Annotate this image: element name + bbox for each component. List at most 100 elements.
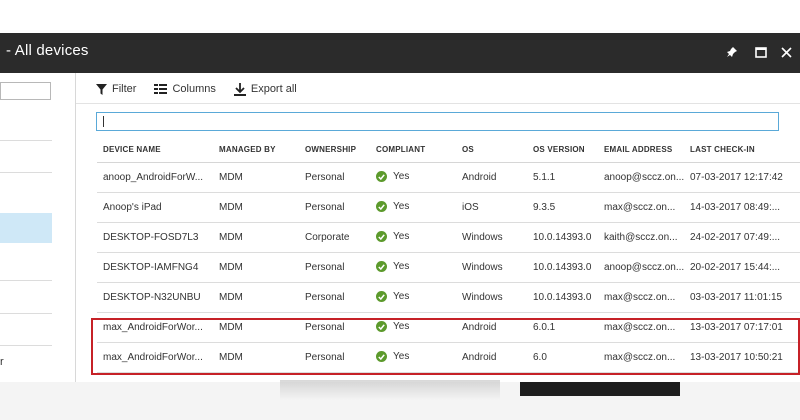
table-cell: MDM	[213, 312, 299, 343]
table-cell: max@sccz.on...	[598, 312, 684, 343]
checkmark-icon	[376, 291, 387, 303]
table-cell: MDM	[213, 252, 299, 283]
column-header[interactable]: DEVICE NAME	[97, 138, 213, 163]
table-cell: 5.1.1	[527, 162, 598, 193]
checkmark-icon	[376, 351, 387, 363]
table-cell: Windows	[456, 252, 527, 283]
menu-item-label-partial: r	[0, 356, 4, 368]
search-input[interactable]	[96, 112, 779, 131]
table-cell: 13-03-2017 10:50:21	[684, 342, 800, 373]
checkmark-icon	[376, 171, 387, 183]
compliant-status: Yes	[376, 231, 409, 243]
table-cell: Yes	[370, 312, 456, 343]
table-cell: DESKTOP-N32UNBU	[97, 282, 213, 313]
table-cell: Yes	[370, 222, 456, 253]
compliant-label: Yes	[393, 171, 410, 183]
checkmark-icon	[376, 201, 387, 213]
checkmark-icon	[376, 261, 387, 273]
table-cell: 9.3.5	[527, 192, 598, 223]
left-blade: r	[0, 73, 76, 383]
table-cell: Personal	[299, 282, 370, 313]
pin-icon[interactable]	[722, 41, 742, 63]
column-header[interactable]: EMAIL ADDRESS	[598, 138, 684, 163]
download-icon	[233, 82, 246, 96]
table-row[interactable]: DESKTOP-IAMFNG4 MDM Personal Yes Windows 10.0…	[97, 252, 800, 283]
command-toolbar: Filter Columns Export all	[96, 80, 315, 98]
menu-divider	[0, 280, 52, 281]
menu-divider	[0, 345, 52, 346]
dark-background-block	[520, 382, 680, 396]
columns-icon	[154, 84, 168, 94]
table-cell: Anoop's iPad	[97, 192, 213, 223]
menu-divider	[0, 172, 52, 173]
compliant-status: Yes	[376, 321, 409, 333]
table-body: anoop_AndroidForW... MDM Personal Yes Androi…	[97, 162, 800, 373]
export-all-button[interactable]: Export all	[233, 82, 297, 96]
table-cell: Windows	[456, 282, 527, 313]
table-cell: anoop_AndroidForW...	[97, 162, 213, 193]
table-cell: Windows	[456, 222, 527, 253]
column-header[interactable]: OS	[456, 138, 527, 163]
menu-item-selected[interactable]	[0, 213, 52, 243]
table-cell: Personal	[299, 342, 370, 373]
compliant-status: Yes	[376, 171, 410, 183]
column-header[interactable]: OWNERSHIP	[299, 138, 370, 163]
table-cell: max_AndroidForWor...	[97, 312, 213, 343]
maximize-icon[interactable]	[751, 41, 771, 63]
table-cell: 13-03-2017 07:17:01	[684, 312, 800, 343]
compliant-status: Yes	[376, 201, 409, 213]
table-cell: iOS	[456, 192, 527, 223]
table-cell: 6.0.1	[527, 312, 598, 343]
table-cell: anoop@sccz.on...	[598, 252, 684, 283]
table-cell: 14-03-2017 08:49:...	[684, 192, 800, 223]
column-header[interactable]: MANAGED BY	[213, 138, 299, 163]
column-header[interactable]: OS VERSION	[527, 138, 598, 163]
table-cell: Android	[456, 312, 527, 343]
table-row[interactable]: anoop_AndroidForW... MDM Personal Yes Androi…	[97, 162, 800, 193]
table-row[interactable]: Anoop's iPad MDM Personal Yes iOS 9.3.5 max@sc…	[97, 192, 800, 223]
compliant-label: Yes	[393, 261, 410, 273]
table-cell: Personal	[299, 312, 370, 343]
table-row[interactable]: max_AndroidForWor... MDM Personal Yes Androi…	[97, 312, 800, 343]
table-cell: 07-03-2017 12:17:42	[684, 162, 800, 193]
columns-button[interactable]: Columns	[154, 83, 216, 95]
export-all-label: Export all	[250, 83, 297, 95]
shadow-decoration	[280, 380, 500, 400]
blade-title-bar: - All devices	[0, 33, 800, 73]
left-filter-input[interactable]	[0, 82, 51, 100]
table-row[interactable]: max_AndroidForWor... MDM Personal Yes Androi…	[97, 342, 800, 373]
column-header[interactable]: LAST CHECK-IN	[684, 138, 800, 163]
table-cell: max_AndroidForWor...	[97, 342, 213, 373]
table-cell: max@sccz.on...	[598, 282, 684, 313]
compliant-status: Yes	[376, 291, 410, 303]
table-cell: Yes	[370, 162, 456, 193]
column-header[interactable]: COMPLIANT	[370, 138, 456, 163]
checkmark-icon	[376, 321, 387, 333]
filter-label: Filter	[112, 83, 137, 95]
columns-label: Columns	[172, 83, 216, 95]
table-row[interactable]: DESKTOP-FOSD7L3 MDM Corporate Yes Windows 10.…	[97, 222, 800, 253]
table-cell: 20-02-2017 15:44:...	[684, 252, 800, 283]
toolbar-divider	[76, 103, 800, 104]
text-caret	[103, 116, 104, 127]
table-cell: 10.0.14393.0	[527, 282, 598, 313]
table-cell: MDM	[213, 222, 299, 253]
close-icon[interactable]	[776, 41, 796, 63]
table-cell: Personal	[299, 252, 370, 283]
filter-icon	[96, 83, 107, 95]
menu-divider	[0, 313, 52, 314]
menu-divider	[0, 140, 52, 141]
blade-title: - All devices	[6, 42, 89, 59]
table-cell: DESKTOP-FOSD7L3	[97, 222, 213, 253]
table-cell: MDM	[213, 282, 299, 313]
table-cell: Yes	[370, 252, 456, 283]
compliant-label: Yes	[393, 291, 410, 303]
table-cell: Personal	[299, 162, 370, 193]
table-cell: Yes	[370, 192, 456, 223]
table-row[interactable]: DESKTOP-N32UNBU MDM Personal Yes Windows 10.0…	[97, 282, 800, 313]
table-cell: MDM	[213, 192, 299, 223]
table-cell: MDM	[213, 342, 299, 373]
filter-button[interactable]: Filter	[96, 83, 136, 95]
table-cell: Yes	[370, 282, 456, 313]
table-cell: kaith@sccz.on...	[598, 222, 684, 253]
